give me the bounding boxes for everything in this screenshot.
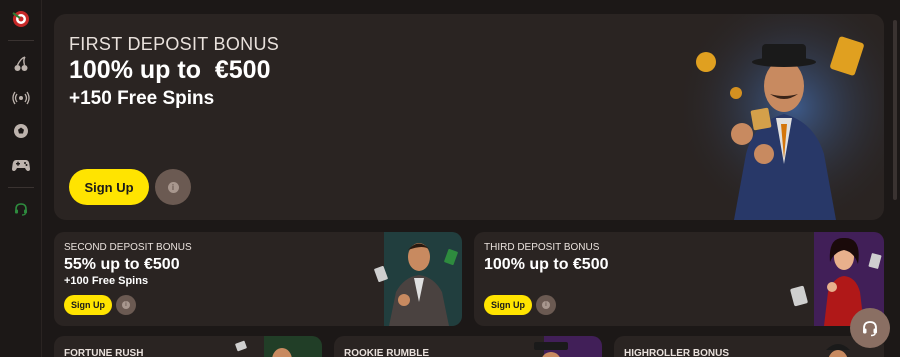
card-title: ROOKIE RUMBLE [344,348,429,357]
gangster-illustration [684,14,884,220]
headset-icon [863,321,877,337]
card-sign-up-button[interactable]: Sign Up [64,295,112,315]
info-icon: i [167,181,179,193]
hero-eyebrow: FIRST DEPOSIT BONUS [69,34,280,54]
hero-subheadline: +150 Free Spins [69,88,215,109]
highroller-bonus-card: HIGHROLLER BONUS [614,336,884,357]
logo-icon[interactable] [11,9,31,29]
rookie-rumble-illustration [534,336,602,357]
card-subheadline: +100 Free Spins [64,275,149,287]
sidebar-divider [8,187,34,188]
support-chat-button[interactable] [850,308,890,348]
rookie-rumble-card: ROOKIE RUMBLE [334,336,602,357]
sidebar-divider [8,40,34,41]
card-eyebrow: THIRD DEPOSIT BONUS [484,242,600,253]
soccer-ball-icon[interactable] [11,121,31,141]
card-icon [790,285,808,307]
card-sign-up-button[interactable]: Sign Up [484,295,532,315]
card-info-button[interactable]: i [116,295,136,315]
coin-icon [730,87,742,99]
card-eyebrow: SECOND DEPOSIT BONUS [64,242,192,253]
headset-icon[interactable] [11,199,31,219]
card-headline: 100% up to €500 [484,256,609,273]
first-deposit-hero: FIRST DEPOSIT BONUS 100% up to €500 +150… [54,14,884,220]
card-title: HIGHROLLER BONUS [624,348,729,357]
hero-headline: 100% up to €500 [69,56,271,84]
cherries-icon[interactable] [11,54,31,74]
card-info-button[interactable]: i [536,295,556,315]
info-icon: i [542,301,550,309]
card-title: FORTUNE RUSH [64,348,144,357]
sidebar [0,0,42,357]
coin-icon [696,52,716,72]
hero-sign-up-button[interactable]: Sign Up [69,169,149,205]
gamepad-icon[interactable] [11,155,31,175]
second-deposit-card: SECOND DEPOSIT BONUS 55% up to €500 +100… [54,232,462,326]
card-headline: 55% up to €500 [64,256,180,273]
page-scrollbar[interactable] [893,20,897,200]
broadcast-icon[interactable] [11,88,31,108]
fortune-rush-illustration [235,336,322,357]
hero-info-button[interactable]: i [155,169,191,205]
third-deposit-card: THIRD DEPOSIT BONUS 100% up to €500 Sign… [474,232,884,326]
info-icon: i [122,301,130,309]
gentleman-illustration [374,232,462,326]
fortune-rush-card: FORTUNE RUSH [54,336,322,357]
